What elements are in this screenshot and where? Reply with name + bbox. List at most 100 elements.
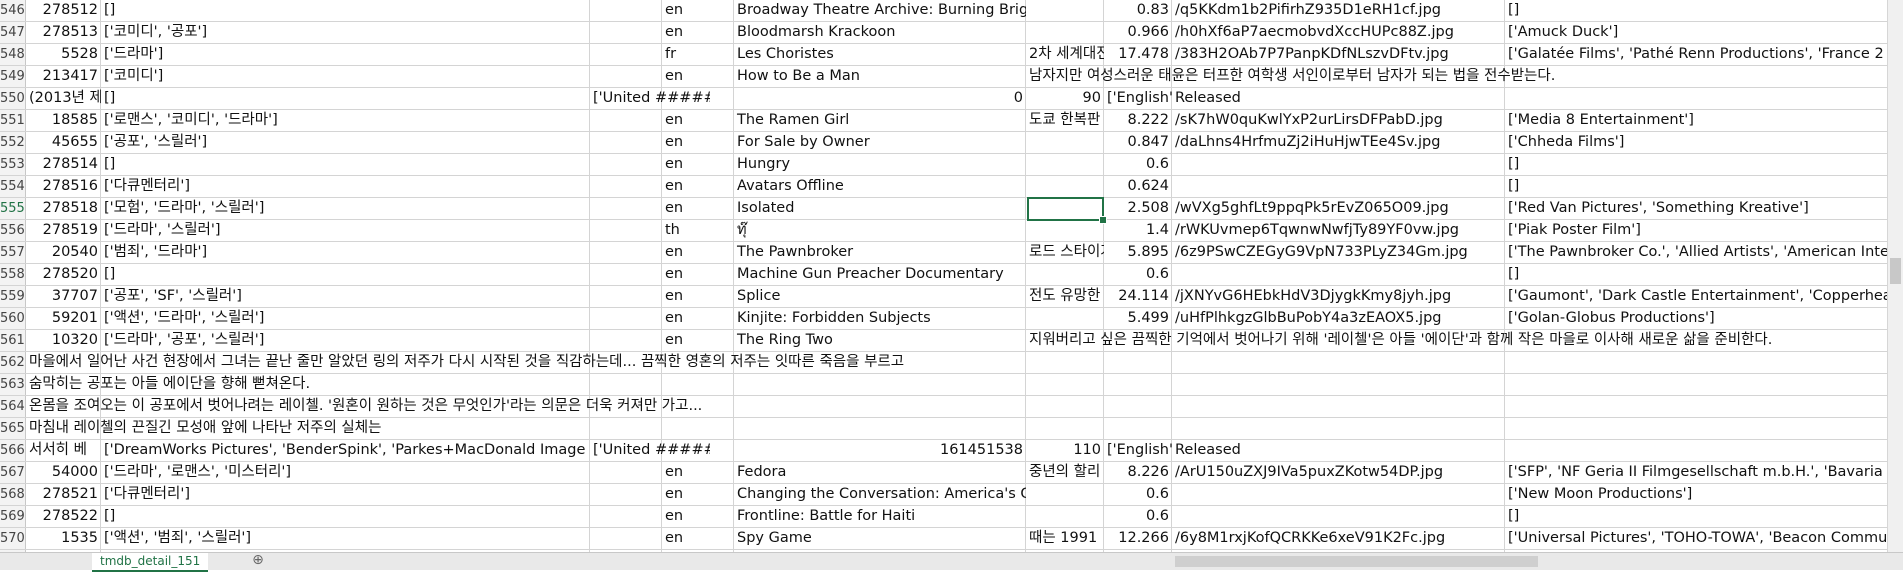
cell-col-g[interactable]: 24.114 [1104, 286, 1172, 307]
cell-col-g[interactable]: 0.83 [1104, 0, 1172, 21]
cell-col-g[interactable]: 0.966 [1104, 22, 1172, 43]
cell-col-b[interactable]: ['다큐멘터리'] [101, 484, 590, 505]
cell-col-a[interactable]: 1535 [26, 528, 101, 549]
cell-col-h[interactable]: /rWKUvmep6TqwnwNwfjTy89YF0vw.jpg [1172, 220, 1505, 241]
cell-col-b[interactable]: ['공포', 'SF', '스릴러'] [101, 286, 590, 307]
cell-col-h[interactable]: /383H2OAb7P7PanpKDfNLszvDFtv.jpg [1172, 44, 1505, 65]
cell-col-d[interactable]: en [662, 506, 720, 527]
cell-col-g[interactable]: 0.6 [1104, 484, 1172, 505]
table-row[interactable]: 568 278521 ['다큐멘터리'] en Changing the Convers… [0, 484, 1887, 506]
cell-col-i[interactable]: ['Golan-Globus Productions'] [1505, 308, 1887, 329]
cell-col-h[interactable]: Released [1172, 440, 1505, 461]
cell-col-f[interactable]: 남자지만 여성스러운 태윤은 터프한 여학생 서인이로부터 남자가 되는 법을 … [1026, 66, 1887, 87]
cell-col-b[interactable]: ['다큐멘터리'] [101, 176, 590, 197]
row-number[interactable]: 552 [0, 132, 26, 153]
cell-col-d[interactable]: en [662, 198, 720, 219]
cell-col-g[interactable]: 0.6 [1104, 154, 1172, 175]
cell-col-h[interactable]: /ArU150uZXJ9IVa5puxZKotw54DP.jpg [1172, 462, 1505, 483]
cell-col-h[interactable]: /daLhns4HrfmuZj2iHuHjwTEe4Sv.jpg [1172, 132, 1505, 153]
cell-col-e[interactable]: Machine Gun Preacher Documentary [734, 264, 1026, 285]
cell-col-e[interactable]: Isolated [734, 198, 1026, 219]
cell-col-h[interactable]: /uHfPlhkgzGlbBuPobY4a3zEAOX5.jpg [1172, 308, 1505, 329]
cell-col-e[interactable]: Changing the Conversation: America's Gun… [734, 484, 1026, 505]
table-row[interactable]: 564 온몸을 조여오는 이 공포에서 벗어나려는 레이첼. '원혼이 원하는 것… [0, 396, 1887, 418]
cell-col-f[interactable]: 110 [1026, 440, 1104, 461]
cell-col-i[interactable]: ['SFP', 'NF Geria II Filmgesellschaft m.… [1505, 462, 1887, 483]
cell-col-b[interactable]: [] [101, 506, 590, 527]
cell-col-a[interactable]: 마을에서 일어난 사건 현장에서 그녀는 끝난 줄만 알았던 링의 저주가 다시… [26, 352, 1886, 373]
cell-col-a[interactable]: 278516 [26, 176, 101, 197]
cell-col-d[interactable]: en [662, 110, 720, 131]
cell-col-f[interactable]: 전도 유망한 [1026, 286, 1104, 307]
cell-col-i[interactable]: ['New Moon Productions'] [1505, 484, 1887, 505]
row-number[interactable]: 561 [0, 330, 26, 351]
cell-col-e[interactable]: The Ramen Girl [734, 110, 1026, 131]
table-row[interactable]: 559 37707 ['공포', 'SF', '스릴러'] en Splice 전도 유망… [0, 286, 1887, 308]
table-row[interactable]: 563 숨막히는 공포는 아들 에이단을 향해 뻗쳐온다. [0, 374, 1887, 396]
table-row[interactable]: 565 마침내 레이첼의 끈질긴 모성애 앞에 나타난 저주의 실체는 [0, 418, 1887, 440]
table-row[interactable]: 561 10320 ['드라마', '공포', '스릴러'] en The Ring T… [0, 330, 1887, 352]
cell-col-e[interactable]: Splice [734, 286, 1026, 307]
row-number[interactable]: 563 [0, 374, 26, 395]
add-sheet-icon[interactable]: ⊕ [250, 553, 266, 569]
table-row[interactable]: 566 서서히 베 ['DreamWorks Pictures', 'BenderS… [0, 440, 1887, 462]
cell-col-c[interactable]: ['United S [590, 440, 652, 461]
cell-col-h[interactable]: /6z9PSwCZEGyG9VpN733PLyZ34Gm.jpg [1172, 242, 1505, 263]
cell-col-i[interactable]: ['Universal Pictures', 'TOHO-TOWA', 'Bea… [1505, 528, 1887, 549]
cell-col-e[interactable]: Fedora [734, 462, 1026, 483]
cell-col-e[interactable]: The Ring Two [734, 330, 1026, 351]
cell-col-g[interactable]: ['English'] [1104, 440, 1172, 461]
cell-col-g[interactable]: 1.4 [1104, 220, 1172, 241]
table-row[interactable]: 550(2013년 제[]['United K####### 090['Engli… [0, 88, 1887, 110]
cell-col-c2[interactable]: ####### [652, 88, 710, 109]
row-number[interactable]: 562 [0, 352, 26, 373]
cell-col-a[interactable]: 5528 [26, 44, 101, 65]
cell-col-d[interactable]: en [662, 242, 720, 263]
cell-col-a[interactable]: 20540 [26, 242, 101, 263]
table-row[interactable]: 555 278518 ['모험', '드라마', '스릴러'] en Isolated 2… [0, 198, 1887, 220]
cell-col-h[interactable]: /6y8M1rxjKofQCRKKe6xeV91K2Fc.jpg [1172, 528, 1505, 549]
cell-col-g[interactable]: 0.624 [1104, 176, 1172, 197]
cell-col-b[interactable]: ['드라마'] [101, 44, 590, 65]
cell-col-h[interactable]: /jXNYvG6HEbkHdV3DjygkKmy8jyh.jpg [1172, 286, 1505, 307]
table-row[interactable]: 570 1535 ['액션', '범죄', '스릴러'] en Spy Game 때는 1… [0, 528, 1887, 550]
table-row[interactable]: 549 213417 ['코미디'] en How to Be a Man 남자지만 여성… [0, 66, 1887, 88]
cell-col-b[interactable]: ['코미디', '공포'] [101, 22, 590, 43]
row-number[interactable]: 555 [0, 198, 26, 219]
cell-col-g[interactable]: 17.478 [1104, 44, 1172, 65]
cell-col-i[interactable]: [] [1505, 154, 1887, 175]
cell-col-i[interactable]: ['Piak Poster Film'] [1505, 220, 1887, 241]
row-number[interactable]: 558 [0, 264, 26, 285]
vertical-scroll-thumb[interactable] [1890, 258, 1901, 284]
cell-col-h[interactable]: /sK7hW0quKwlYxP2urLirsDFPabD.jpg [1172, 110, 1505, 131]
row-number[interactable]: 556 [0, 220, 26, 241]
cell-col-a[interactable]: 마침내 레이첼의 끈질긴 모성애 앞에 나타난 저주의 실체는 [26, 418, 1886, 439]
table-row[interactable]: 548 5528 ['드라마'] fr Les Choristes 2차 세계대전 17.4… [0, 44, 1887, 66]
row-number[interactable]: 548 [0, 44, 26, 65]
cell-col-f[interactable]: 도쿄 한복판 [1026, 110, 1104, 131]
cell-col-b[interactable]: ['공포', '스릴러'] [101, 132, 590, 153]
cell-col-h[interactable]: /h0hXf6aP7aecmobvdXccHUPc88Z.jpg [1172, 22, 1505, 43]
row-number[interactable]: 547 [0, 22, 26, 43]
cell-col-b[interactable]: ['드라마', '공포', '스릴러'] [101, 330, 590, 351]
cell-col-e[interactable]: Broadway Theatre Archive: Burning Bright [734, 0, 1026, 21]
cell-col-f[interactable]: 때는 1991 [1026, 528, 1104, 549]
cell-col-e[interactable]: Les Choristes [734, 44, 1026, 65]
row-number[interactable]: 546 [0, 0, 26, 21]
spreadsheet-grid[interactable]: 546 278512[] en Broadway Theatre Archive: B… [0, 0, 1887, 552]
cell-col-d[interactable]: en [662, 0, 720, 21]
cell-col-g[interactable]: 12.266 [1104, 528, 1172, 549]
cell-col-a[interactable]: 54000 [26, 462, 101, 483]
cell-col-b[interactable]: ['DreamWorks Pictures', 'BenderSpink', '… [101, 440, 590, 461]
vertical-scrollbar[interactable] [1887, 0, 1903, 552]
cell-col-a[interactable]: 278514 [26, 154, 101, 175]
cell-col-d[interactable]: en [662, 462, 720, 483]
row-number[interactable]: 554 [0, 176, 26, 197]
cell-col-e[interactable]: Hungry [734, 154, 1026, 175]
cell-col-e[interactable]: The Pawnbroker [734, 242, 1026, 263]
cell-col-f[interactable]: 로드 스타이거 [1026, 242, 1104, 263]
cell-col-d[interactable]: th [662, 220, 720, 241]
table-row[interactable]: 562 마을에서 일어난 사건 현장에서 그녀는 끝난 줄만 알았던 링의 저주가… [0, 352, 1887, 374]
cell-col-i[interactable]: [] [1505, 506, 1887, 527]
cell-col-e[interactable]: Frontline: Battle for Haiti [734, 506, 1026, 527]
